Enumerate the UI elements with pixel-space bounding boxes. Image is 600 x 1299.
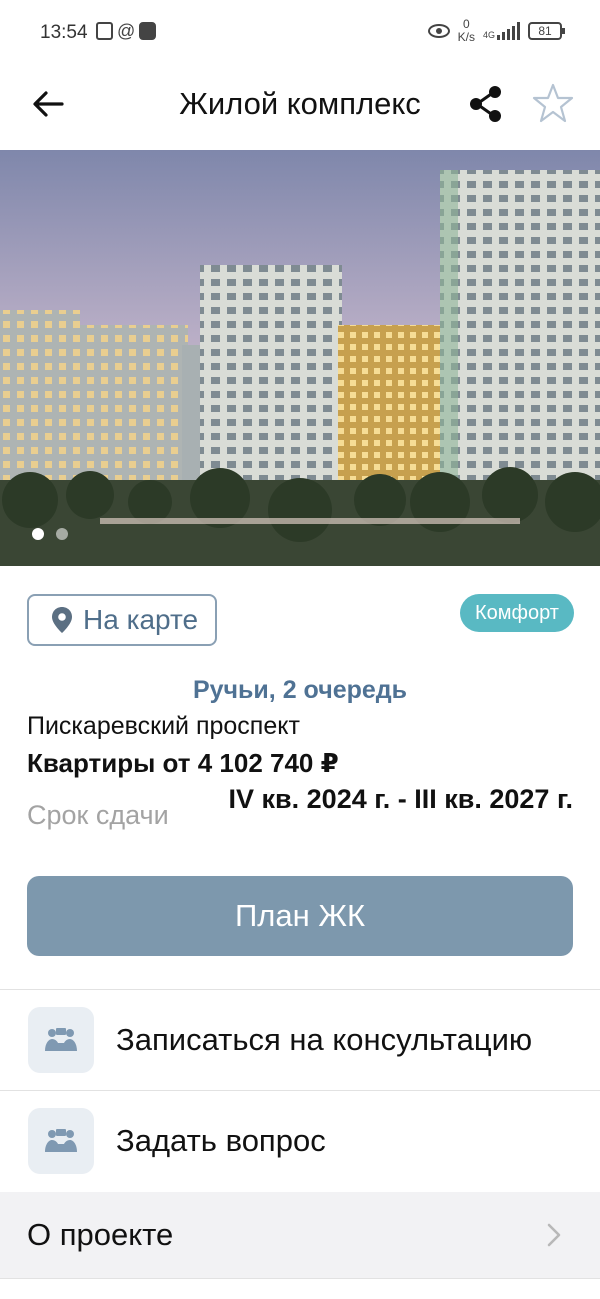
complex-address: Пискаревский проспект: [27, 712, 300, 740]
network-speed: 0 K/s: [457, 17, 475, 44]
at-sign-icon: @: [117, 21, 136, 41]
status-notification-icons: @: [96, 21, 157, 41]
favorite-button[interactable]: [532, 82, 574, 124]
deadline-label: Срок сдачи: [27, 800, 169, 830]
deadline-value: IV кв. 2024 г. - III кв. 2027 г.: [228, 784, 573, 814]
calendar-icon: [96, 22, 113, 40]
building-render-image: [0, 150, 600, 566]
status-bar: 13:54 @ 0 K/s 4G 81: [0, 0, 600, 64]
about-project-label: О проекте: [27, 1217, 174, 1252]
class-badge: Комфорт: [460, 594, 574, 632]
app-notification-icon: [139, 22, 157, 40]
price-from: Квартиры от 4 102 740 ₽: [27, 748, 339, 778]
ask-question-label: Задать вопрос: [116, 1123, 326, 1158]
people-consult-icon: [28, 1007, 94, 1073]
on-map-label: На карте: [83, 604, 199, 635]
about-project-row[interactable]: О проекте: [0, 1192, 600, 1278]
complex-photo-gallery[interactable]: [0, 150, 600, 566]
ask-question-row[interactable]: Задать вопрос: [0, 1091, 600, 1191]
consultation-row[interactable]: Записаться на консультацию: [0, 990, 600, 1090]
complex-name: Ручьи, 2 очередь: [192, 676, 408, 704]
consultation-label: Записаться на консультацию: [116, 1022, 533, 1057]
on-map-button[interactable]: На карте: [27, 594, 217, 646]
status-time: 13:54: [40, 22, 88, 43]
gallery-dot[interactable]: [56, 528, 68, 540]
gallery-dot-active[interactable]: [32, 528, 44, 540]
eye-icon: [427, 24, 450, 38]
gallery-pagination: [32, 528, 68, 540]
chevron-right-icon: [547, 1223, 561, 1247]
location-pin-icon: [52, 607, 72, 633]
battery-icon: 81: [528, 22, 565, 40]
complex-plan-button[interactable]: План ЖК: [27, 876, 573, 956]
star-outline-icon: [532, 83, 574, 123]
app-bar: Жилой комплекс: [0, 64, 600, 150]
share-icon: [470, 86, 501, 122]
people-question-icon: [28, 1108, 94, 1174]
page-title: Жилой комплекс: [179, 86, 421, 121]
signal-icon: 4G: [483, 22, 520, 40]
status-system-icons: 0 K/s 4G 81: [427, 17, 565, 44]
share-button[interactable]: [466, 84, 506, 124]
divider: [0, 1278, 600, 1279]
